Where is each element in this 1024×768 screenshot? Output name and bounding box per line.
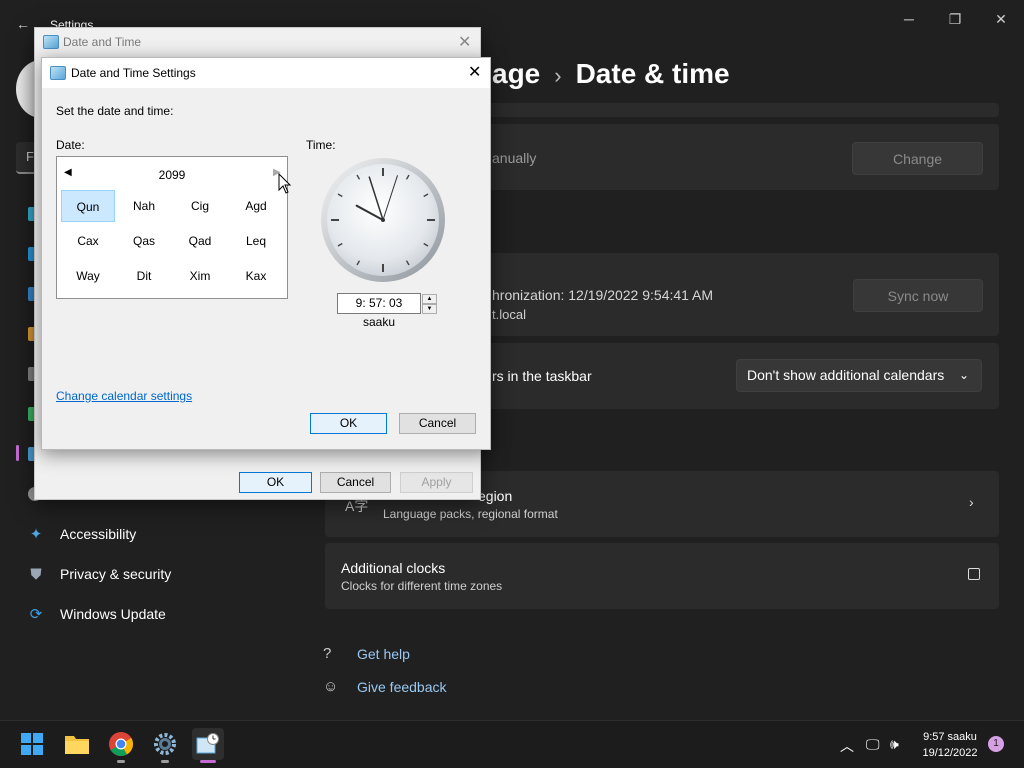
language-title: egion <box>478 488 513 504</box>
get-help-link[interactable]: ? Get help <box>323 645 410 662</box>
chevron-down-icon: ⌄ <box>958 368 969 382</box>
inner-ok-button[interactable]: OK <box>310 413 387 434</box>
active-app-indicator <box>200 760 216 763</box>
month-cell[interactable]: Nah <box>117 190 171 222</box>
date-time-app-icon <box>50 66 66 80</box>
outer-apply-button[interactable]: Apply <box>400 472 473 493</box>
set-time-label: anually <box>492 150 537 166</box>
sidebar-item-label: Privacy & security <box>60 566 172 582</box>
close-icon[interactable]: ✕ <box>458 32 471 52</box>
sidebar-item-label: Windows Update <box>60 606 166 622</box>
date-time-app-icon <box>43 35 59 49</box>
selected-indicator <box>16 445 19 461</box>
external-link-icon <box>968 568 980 580</box>
volume-icon[interactable]: 🕪 <box>890 736 899 753</box>
taskbar-date: 19/12/2022 <box>922 747 978 759</box>
help-icon: ? <box>323 645 332 662</box>
month-cell[interactable]: Xim <box>173 260 227 292</box>
analog-clock <box>321 158 445 282</box>
back-arrow-icon[interactable]: ← <box>16 16 30 32</box>
date-time-taskbar-icon[interactable] <box>192 728 224 760</box>
month-cell[interactable]: Agd <box>229 190 283 222</box>
inner-cancel-button[interactable]: Cancel <box>399 413 476 434</box>
month-cell[interactable]: Qad <box>173 225 227 257</box>
month-cell[interactable]: Dit <box>117 260 171 292</box>
month-cell[interactable]: Cax <box>61 225 115 257</box>
sidebar-item-windows-update[interactable]: ⟳ Windows Update <box>16 596 296 632</box>
close-icon[interactable]: ✕ <box>468 62 481 82</box>
calendars-label: rs in the taskbar <box>492 368 592 384</box>
calendars-select[interactable]: Don't show additional calendars ⌄ <box>736 359 982 392</box>
minimize-icon[interactable]: ─ <box>886 8 932 30</box>
shield-icon: ⛊ <box>30 565 42 583</box>
page-title: Date & time <box>575 58 730 89</box>
breadcrumb-parent[interactable]: age <box>492 58 540 89</box>
maximize-icon[interactable]: ❐ <box>932 8 978 30</box>
give-feedback-label: Give feedback <box>357 678 447 695</box>
month-cell[interactable]: Leq <box>229 225 283 257</box>
calendar-year[interactable]: 2099 <box>140 168 204 182</box>
change-calendar-settings-link[interactable]: Change calendar settings <box>56 389 192 403</box>
clocks-title: Additional clocks <box>341 560 446 576</box>
sync-now-button[interactable]: Sync now <box>853 279 983 312</box>
chevron-up-icon[interactable]: ︿ <box>840 736 854 756</box>
time-down-icon[interactable]: ▼ <box>422 304 437 314</box>
get-help-label: Get help <box>357 645 410 662</box>
prev-year-arrow-icon[interactable]: ◀ <box>64 167 72 178</box>
taskbar-clock[interactable]: 9:57 saaku 19/12/2022 <box>914 729 986 761</box>
date-label: Date: <box>56 138 85 152</box>
file-explorer-icon[interactable] <box>61 728 93 760</box>
language-sub: Language packs, regional format <box>383 507 558 521</box>
month-cell[interactable]: Kax <box>229 260 283 292</box>
chrome-running-indicator <box>117 760 125 763</box>
breadcrumb: age › Date & time <box>492 58 730 90</box>
inner-dialog-title: Date and Time Settings <box>71 66 196 80</box>
settings-running-indicator <box>161 760 169 763</box>
close-icon[interactable]: ✕ <box>978 8 1024 30</box>
start-icon[interactable] <box>16 728 48 760</box>
month-cell[interactable]: Qas <box>117 225 171 257</box>
time-label: Time: <box>306 138 336 152</box>
chevron-right-icon: › <box>969 494 974 510</box>
change-button[interactable]: Change <box>852 142 983 175</box>
chrome-icon[interactable] <box>105 728 137 760</box>
sync-server: t.local <box>492 307 526 322</box>
settings-gear-icon[interactable] <box>149 728 181 760</box>
month-cell[interactable]: Cig <box>173 190 227 222</box>
sidebar-item-accessibility[interactable]: ✦ Accessibility <box>16 516 296 552</box>
sync-status: hronization: 12/19/2022 9:54:41 AM <box>492 287 714 303</box>
feedback-icon: ☺ <box>323 678 339 695</box>
month-cell[interactable]: Qun <box>61 190 115 222</box>
time-input[interactable]: 9: 57: 03 saaku <box>337 293 421 329</box>
sidebar-item-privacy[interactable]: ⛊ Privacy & security <box>16 556 296 592</box>
clocks-sub: Clocks for different time zones <box>341 579 503 593</box>
sidebar-item-label: Accessibility <box>60 526 137 542</box>
accessibility-icon: ✦ <box>29 526 43 543</box>
notification-badge[interactable]: 1 <box>988 736 1004 752</box>
outer-dialog-title: Date and Time <box>63 35 142 49</box>
update-icon: ⟳ <box>29 606 43 623</box>
taskbar-time: 9:57 saaku <box>923 731 977 743</box>
outer-cancel-button[interactable]: Cancel <box>320 472 391 493</box>
outer-ok-button[interactable]: OK <box>239 472 312 493</box>
give-feedback-link[interactable]: ☺ Give feedback <box>323 678 447 695</box>
mouse-cursor-icon <box>278 173 292 194</box>
network-icon[interactable]: 🖵 <box>866 736 880 753</box>
instruction-label: Set the date and time: <box>56 104 174 118</box>
chevron-right-icon: › <box>554 63 562 88</box>
card-additional-clocks[interactable] <box>325 543 999 609</box>
time-up-icon[interactable]: ▲ <box>422 294 437 304</box>
month-cell[interactable]: Way <box>61 260 115 292</box>
calendars-select-value: Don't show additional calendars <box>747 367 945 383</box>
clock-pivot <box>381 218 385 222</box>
